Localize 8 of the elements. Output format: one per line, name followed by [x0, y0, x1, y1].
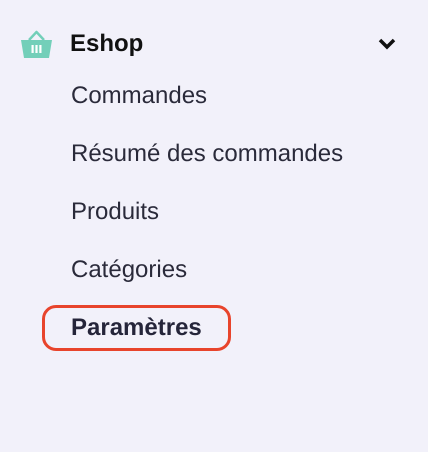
menu-item[interactable]: Paramètres — [42, 305, 231, 351]
menu-item[interactable]: Résumé des commandes — [42, 131, 372, 177]
menu-item[interactable]: Catégories — [42, 247, 216, 293]
basket-icon — [20, 29, 53, 59]
menu-item[interactable]: Produits — [42, 189, 188, 235]
menu-title: Eshop — [70, 30, 144, 58]
chevron-icon[interactable] — [378, 38, 396, 50]
menu-item[interactable]: Commandes — [42, 73, 236, 119]
